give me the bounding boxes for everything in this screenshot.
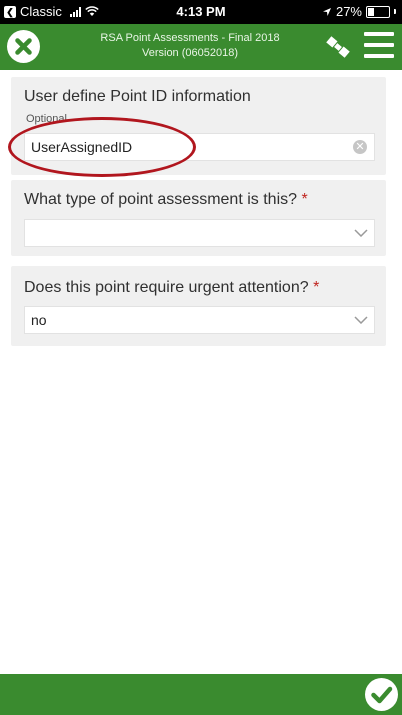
battery-tip xyxy=(394,9,396,14)
app-header: RSA Point Assessments - Final 2018 Versi… xyxy=(0,24,402,70)
battery-percent: 27% xyxy=(335,4,362,19)
clear-input-icon[interactable]: ✕ xyxy=(353,140,367,154)
close-icon xyxy=(15,38,32,55)
form-body: User define Point ID information Optiona… xyxy=(0,70,402,674)
question-card-assessment-type: What type of point assessment is this? * xyxy=(11,180,386,256)
required-marker: * xyxy=(313,279,320,296)
question-label: What type of point assessment is this? * xyxy=(24,191,308,209)
submit-button[interactable] xyxy=(365,678,398,711)
close-button[interactable] xyxy=(7,30,40,63)
chevron-down-icon xyxy=(354,229,368,237)
question-label-text: What type of point assessment is this? xyxy=(24,191,298,208)
question-label: User define Point ID information xyxy=(24,88,251,105)
required-marker: * xyxy=(301,191,308,208)
assessment-type-select[interactable] xyxy=(24,219,375,247)
status-bar: ❮ Classic 4:13 PM 27% xyxy=(0,0,402,24)
question-label: Does this point require urgent attention… xyxy=(24,279,319,297)
chevron-down-icon xyxy=(354,316,368,324)
battery-icon xyxy=(366,5,390,18)
hamburger-menu-icon[interactable] xyxy=(364,32,394,60)
urgent-attention-value: no xyxy=(31,312,47,328)
satellite-icon[interactable] xyxy=(322,32,354,62)
form-title-line2: Version (06052018) xyxy=(141,47,238,59)
form-footer xyxy=(0,674,402,715)
question-label-text: Does this point require urgent attention… xyxy=(24,279,309,296)
annotation-circle xyxy=(8,117,196,177)
question-card-point-id: User define Point ID information Optiona… xyxy=(8,77,386,177)
location-arrow-icon xyxy=(322,7,331,16)
form-title-line1: RSA Point Assessments - Final 2018 xyxy=(100,32,280,44)
urgent-attention-select[interactable]: no xyxy=(24,306,375,334)
checkmark-icon xyxy=(371,686,393,704)
form-title: RSA Point Assessments - Final 2018 Versi… xyxy=(58,31,322,61)
question-card-urgent-attention: Does this point require urgent attention… xyxy=(11,266,386,346)
